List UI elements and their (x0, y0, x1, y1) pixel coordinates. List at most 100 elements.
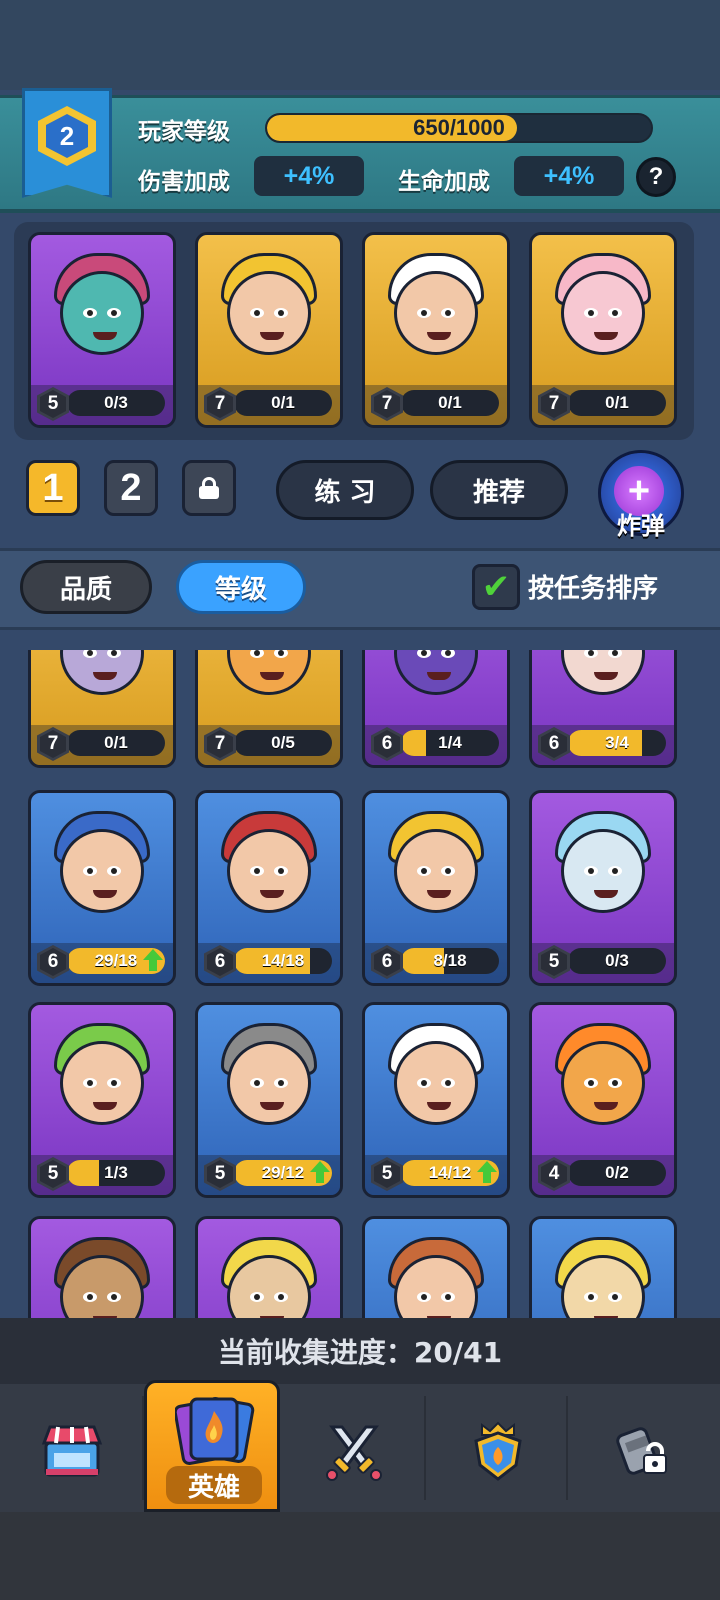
help-button[interactable]: ? (636, 157, 676, 197)
sort-by-task-checkbox[interactable]: ✔ (472, 564, 520, 610)
health-bonus-label: 生命加成 (398, 169, 490, 195)
deck-tab-2[interactable]: 2 (104, 460, 158, 516)
hero-shard-progress: 0/1 (401, 390, 499, 416)
hero-shard-progress: 8/18 (401, 948, 499, 974)
hero-shard-progress-text: 0/3 (605, 951, 629, 970)
hero-card[interactable]: 0/3 5 (28, 232, 176, 428)
practice-button[interactable]: 练 习 (276, 460, 414, 520)
filter-level-button[interactable]: 等级 (176, 560, 306, 614)
hero-card[interactable]: 0/5 7 (195, 650, 343, 768)
hero-card[interactable]: 0/3 5 (529, 790, 677, 986)
hero-shard-progress-text: 1/4 (438, 733, 462, 752)
hero-portrait (365, 793, 507, 943)
damage-bonus-label: 伤害加成 (138, 169, 230, 195)
hero-face (60, 271, 144, 355)
hero-portrait (532, 1219, 674, 1318)
hero-shard-progress: 0/5 (234, 730, 332, 756)
hero-card[interactable]: 29/12 5 (195, 1002, 343, 1198)
hero-card[interactable] (28, 1216, 176, 1318)
nav-locked[interactable] (568, 1392, 712, 1510)
hero-shard-progress: 0/3 (67, 390, 165, 416)
hero-portrait (365, 1219, 507, 1318)
hero-portrait (365, 235, 507, 385)
hero-portrait (31, 650, 173, 725)
deck-tab-locked[interactable] (182, 460, 236, 516)
player-level-label: 玩家等级 (138, 119, 230, 145)
hero-card[interactable]: 0/2 4 (529, 1002, 677, 1198)
hero-shard-progress: 0/1 (234, 390, 332, 416)
damage-bonus-value: +4% (254, 156, 364, 196)
hero-shard-progress-text: 3/4 (605, 733, 629, 752)
hero-portrait (31, 1219, 173, 1318)
hero-portrait (31, 235, 173, 385)
hero-face (561, 1041, 645, 1125)
hero-shard-progress-text: 0/3 (104, 393, 128, 412)
shield-icon (474, 1421, 522, 1481)
bomb-label: 炸弹 (617, 512, 665, 540)
hero-shard-progress-text: 1/3 (104, 1163, 128, 1182)
deck-tab-1[interactable]: 1 (26, 460, 80, 516)
hero-shard-progress-text: 0/2 (605, 1163, 629, 1182)
hero-card[interactable]: 14/12 5 (362, 1002, 510, 1198)
sort-by-task-label: 按任务排序 (528, 574, 659, 604)
hero-face (227, 271, 311, 355)
hero-portrait (532, 650, 674, 725)
hero-shard-progress: 1/3 (67, 1160, 165, 1186)
hero-card[interactable]: 1/4 6 (362, 650, 510, 768)
recommend-button[interactable]: 推荐 (430, 460, 568, 520)
hero-card[interactable]: 0/1 7 (195, 232, 343, 428)
hero-face (227, 1041, 311, 1125)
hero-shard-progress: 0/1 (568, 390, 666, 416)
hero-portrait (31, 793, 173, 943)
hero-portrait (198, 1219, 340, 1318)
hero-portrait (198, 1005, 340, 1155)
collection-progress: 当前收集进度：20/41 (0, 1318, 720, 1384)
hero-shard-progress-text: 0/1 (271, 393, 295, 412)
hero-card[interactable]: 0/1 7 (529, 232, 677, 428)
hero-shard-progress-text: 0/1 (605, 393, 629, 412)
hero-face (227, 829, 311, 913)
nav-clan[interactable] (426, 1392, 570, 1510)
bomb-button[interactable]: + 炸弹 (598, 450, 684, 540)
hero-card[interactable]: 1/3 5 (28, 1002, 176, 1198)
hero-card[interactable]: 14/18 6 (195, 790, 343, 986)
hero-shard-progress: 14/18 (234, 948, 332, 974)
hero-shard-progress-text: 0/1 (438, 393, 462, 412)
hero-face (394, 829, 478, 913)
hero-portrait (532, 793, 674, 943)
hero-card[interactable] (362, 1216, 510, 1318)
hero-card[interactable]: 0/1 7 (28, 650, 176, 768)
nav-heroes-label: 英雄 (166, 1466, 262, 1504)
nav-shop[interactable] (0, 1392, 144, 1510)
hero-shard-progress-text: 14/18 (261, 951, 305, 970)
bottom-nav-strip (0, 1512, 720, 1600)
nav-battle[interactable] (282, 1392, 426, 1510)
hero-portrait (198, 650, 340, 725)
hero-card[interactable]: 0/1 7 (362, 232, 510, 428)
hero-shard-progress: 0/1 (67, 730, 165, 756)
hero-face (561, 829, 645, 913)
hero-card[interactable] (195, 1216, 343, 1318)
hero-portrait (365, 1005, 507, 1155)
hero-card[interactable] (529, 1216, 677, 1318)
lock-icon (199, 477, 219, 499)
hero-portrait (198, 793, 340, 943)
hero-portrait (532, 235, 674, 385)
hero-collection-grid[interactable]: 0/1 7 0/5 7 1/4 6 3/4 6 29/18 6 14/18 6 8/18 6 0/3 5 1/3… (0, 650, 720, 1318)
hero-shard-progress: 0/2 (568, 1160, 666, 1186)
hero-shard-progress: 0/3 (568, 948, 666, 974)
hero-portrait (31, 1005, 173, 1155)
hero-portrait (365, 650, 507, 725)
xp-progress-bar: 650/1000 (265, 113, 653, 143)
filter-quality-button[interactable]: 品质 (20, 560, 152, 614)
hero-shard-progress-text: 8/18 (433, 951, 467, 970)
hero-card[interactable]: 8/18 6 (362, 790, 510, 986)
crossed-swords-icon (326, 1425, 382, 1481)
shop-icon (41, 1425, 103, 1477)
hero-card[interactable]: 3/4 6 (529, 650, 677, 768)
hero-face (561, 271, 645, 355)
hero-shard-progress: 1/4 (401, 730, 499, 756)
hero-face (394, 650, 478, 695)
xp-progress-text: 650/1000 (413, 115, 505, 140)
hero-card[interactable]: 29/18 6 (28, 790, 176, 986)
